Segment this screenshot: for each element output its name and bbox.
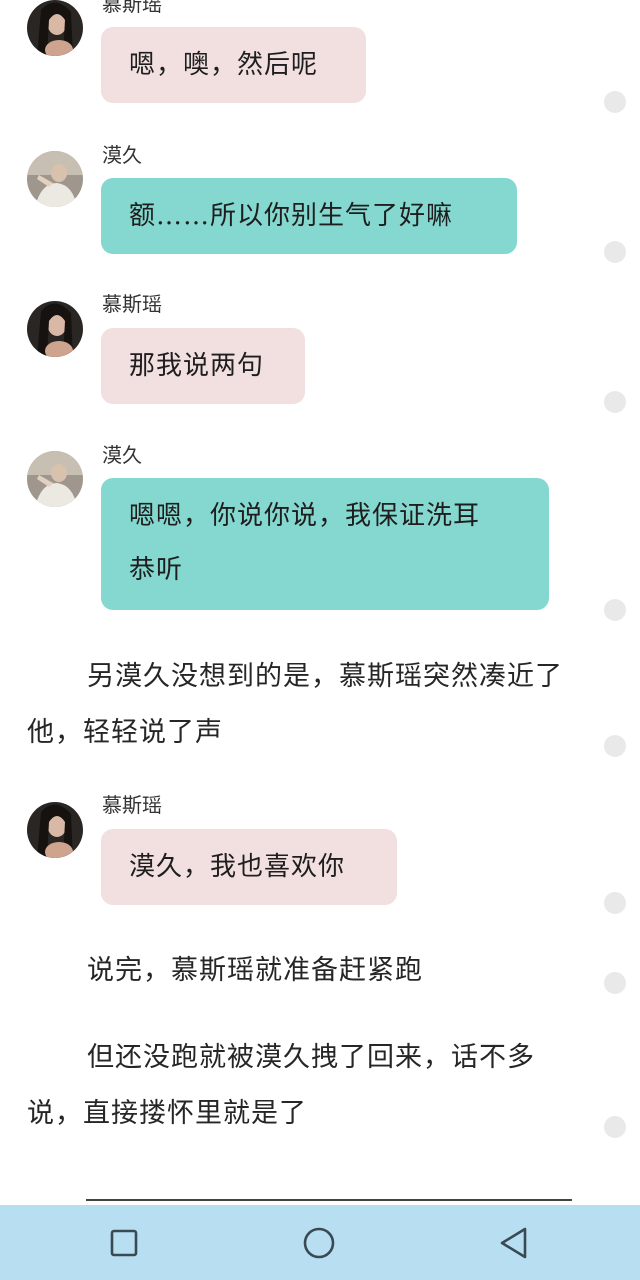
sender-name: 漠久: [102, 443, 142, 467]
message-bubble[interactable]: 那我说两句: [101, 328, 305, 404]
message-bubble[interactable]: 嗯，噢，然后呢: [101, 27, 366, 103]
avatar-mu-siyao[interactable]: [27, 802, 83, 858]
story-paragraph: 另漠久没想到的是，慕斯瑶突然凑近了他，轻轻说了声: [27, 661, 563, 748]
sender-name: 慕斯瑶: [102, 292, 162, 316]
scroll-indicator-dot: [604, 599, 626, 621]
message-text-line: 嗯嗯，你说你说，我保证洗耳: [129, 501, 481, 531]
scroll-indicator-dot: [604, 972, 626, 994]
scroll-indicator-dot: [604, 91, 626, 113]
sender-name: 漠久: [102, 143, 142, 167]
circle-icon: [303, 1227, 335, 1259]
home-button[interactable]: [301, 1225, 337, 1261]
avatar-mu-siyao[interactable]: [27, 301, 83, 357]
message-bubble[interactable]: 嗯嗯，你说你说，我保证洗耳 恭听: [101, 478, 549, 610]
triangle-back-icon: [500, 1227, 527, 1259]
recent-apps-button[interactable]: [106, 1225, 142, 1261]
system-navigation-bar: [0, 1205, 640, 1280]
avatar-mo-jiu[interactable]: [27, 151, 83, 207]
story-paragraph: 说完，慕斯瑶就准备赶紧跑: [87, 955, 423, 986]
story-paragraph: 但还没跑就被漠久拽了回来，话不多说，直接搂怀里就是了: [27, 1042, 535, 1129]
scroll-indicator-dot: [604, 391, 626, 413]
avatar-mu-siyao[interactable]: [27, 0, 83, 56]
avatar-mo-jiu[interactable]: [27, 451, 83, 507]
back-button[interactable]: [496, 1225, 532, 1261]
message-bubble[interactable]: 漠久，我也喜欢你: [101, 829, 397, 905]
scroll-indicator-dot: [604, 892, 626, 914]
scroll-indicator-dot: [604, 241, 626, 263]
scroll-indicator-dot: [604, 735, 626, 757]
sender-name: 慕斯瑶: [102, 0, 162, 16]
content-divider: [86, 1199, 572, 1201]
sender-name: 慕斯瑶: [102, 793, 162, 817]
square-icon: [110, 1229, 138, 1257]
message-bubble[interactable]: 额……所以你别生气了好嘛: [101, 178, 517, 254]
message-text-line: 恭听: [129, 555, 184, 585]
scroll-indicator-dot: [604, 1116, 626, 1138]
